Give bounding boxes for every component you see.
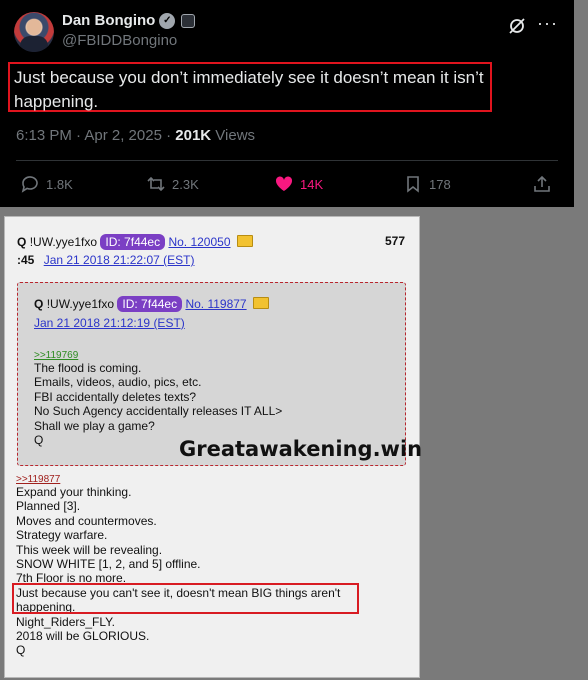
views-count: 201K — [175, 127, 212, 144]
watermark: Greatawakening.win — [179, 437, 423, 461]
post-time-prefix: :45 — [17, 253, 35, 267]
tweet-text-line: Just because you don’t immediately see i… — [14, 68, 484, 87]
tweet-meta: 6:13 PM · Apr 2, 2025 · 201K Views — [16, 127, 255, 144]
body-line: The flood is coming. — [34, 361, 142, 375]
tweet-text-line: happening. — [14, 92, 99, 111]
like-count: 14K — [300, 176, 324, 192]
like-button[interactable]: 14K — [274, 174, 323, 194]
share-button[interactable] — [532, 174, 552, 194]
bookmark-icon — [407, 176, 419, 193]
body-line: This week will be revealing. — [16, 542, 163, 557]
repost-count: 2.3K — [172, 176, 199, 192]
quoted-id-tag: ID: 7f44ec — [117, 296, 183, 312]
reply-button[interactable]: 1.8K — [20, 174, 73, 194]
author-name-row[interactable]: Dan Bongino ✓ — [62, 12, 196, 29]
avatar[interactable] — [14, 12, 54, 52]
body-line: 2018 will be GLORIOUS. — [16, 629, 150, 644]
body-line: Emails, videos, audio, pics, etc. — [34, 375, 202, 390]
post-author: Q — [17, 235, 27, 249]
action-bar: 1.8K 2.3K 14K 178 — [0, 170, 574, 198]
quoted-author: Q — [34, 297, 44, 311]
body-line: Moves and countermoves. — [16, 513, 157, 528]
timestamp[interactable]: 6:13 PM · Apr 2, 2025 · — [16, 127, 175, 144]
grok-icon[interactable] — [507, 16, 527, 36]
post-tripcode: !UW.yye1fxo — [29, 235, 98, 249]
post-header: Q !UW.yye1fxo ID: 7f44ec No. 120050 — [17, 234, 253, 250]
post-time-row: :45 Jan 21 2018 21:22:07 (EST) — [17, 253, 194, 267]
share-icon — [534, 175, 550, 192]
body-line: Strategy warfare. — [16, 528, 108, 543]
post-time-link[interactable]: Jan 21 2018 21:22:07 (EST) — [44, 253, 195, 267]
author-handle[interactable]: @FBIDDBongino — [62, 32, 177, 49]
repost-icon — [147, 176, 165, 192]
quoted-number-link[interactable]: No. 119877 — [185, 297, 246, 311]
quoted-time[interactable]: Jan 21 2018 21:12:19 (EST) — [34, 316, 185, 330]
reply-icon — [21, 176, 38, 193]
quoted-tripcode: !UW.yye1fxo — [46, 297, 115, 311]
post-number-link[interactable]: No. 120050 — [168, 235, 230, 249]
repost-button[interactable]: 2.3K — [146, 174, 199, 194]
body-line: Expand your thinking. — [16, 485, 132, 499]
body-line: SNOW WHITE [1, 2, and 5] offline. — [16, 557, 201, 572]
reply-link[interactable]: >>119877 — [16, 474, 340, 485]
divider — [16, 160, 558, 161]
post-id-tag: ID: 7f44ec — [100, 234, 166, 250]
folder-icon[interactable] — [252, 297, 269, 309]
body-line: Night_Riders_FLY. — [16, 614, 115, 629]
body-line: FBI accidentally deletes texts? — [34, 389, 197, 404]
folder-icon[interactable] — [236, 235, 253, 247]
body-line: Shall we play a game? — [34, 418, 155, 433]
post-count: 577 — [385, 234, 406, 248]
quoted-body: >>119769 The flood is coming. Emails, vi… — [34, 350, 282, 447]
quoted-time-link[interactable]: Jan 21 2018 21:12:19 (EST) — [34, 316, 185, 330]
q-post-image: Q !UW.yye1fxo ID: 7f44ec No. 120050 577 … — [4, 216, 422, 678]
quoted-reply-link[interactable]: >>119769 — [34, 350, 282, 361]
verified-badge-icon: ✓ — [159, 12, 176, 29]
reply-count: 1.8K — [46, 176, 73, 192]
tweet-text: Just because you don’t immediately see i… — [14, 66, 484, 114]
highlight-box — [12, 583, 359, 614]
body-line: Q — [16, 643, 26, 658]
body-line: No Such Agency accidentally releases IT … — [34, 404, 283, 419]
bookmark-button[interactable]: 178 — [403, 174, 451, 194]
bookmark-count: 178 — [429, 176, 451, 192]
post-body: >>119877 Expand your thinking. Planned [… — [16, 474, 340, 658]
quoted-post: Q !UW.yye1fxo ID: 7f44ec No. 119877 Jan … — [17, 282, 422, 466]
quoted-header: Q !UW.yye1fxo ID: 7f44ec No. 119877 — [34, 296, 269, 312]
body-line: Planned [3]. — [16, 499, 81, 514]
government-seal-icon — [181, 13, 196, 28]
author-name[interactable]: Dan Bongino — [62, 12, 155, 29]
heart-icon — [275, 176, 293, 191]
tweet-card: Dan Bongino ✓ @FBIDDBongino ··· Just bec… — [0, 0, 574, 207]
more-options-icon[interactable]: ··· — [537, 13, 558, 34]
views-label: Views — [211, 127, 256, 144]
